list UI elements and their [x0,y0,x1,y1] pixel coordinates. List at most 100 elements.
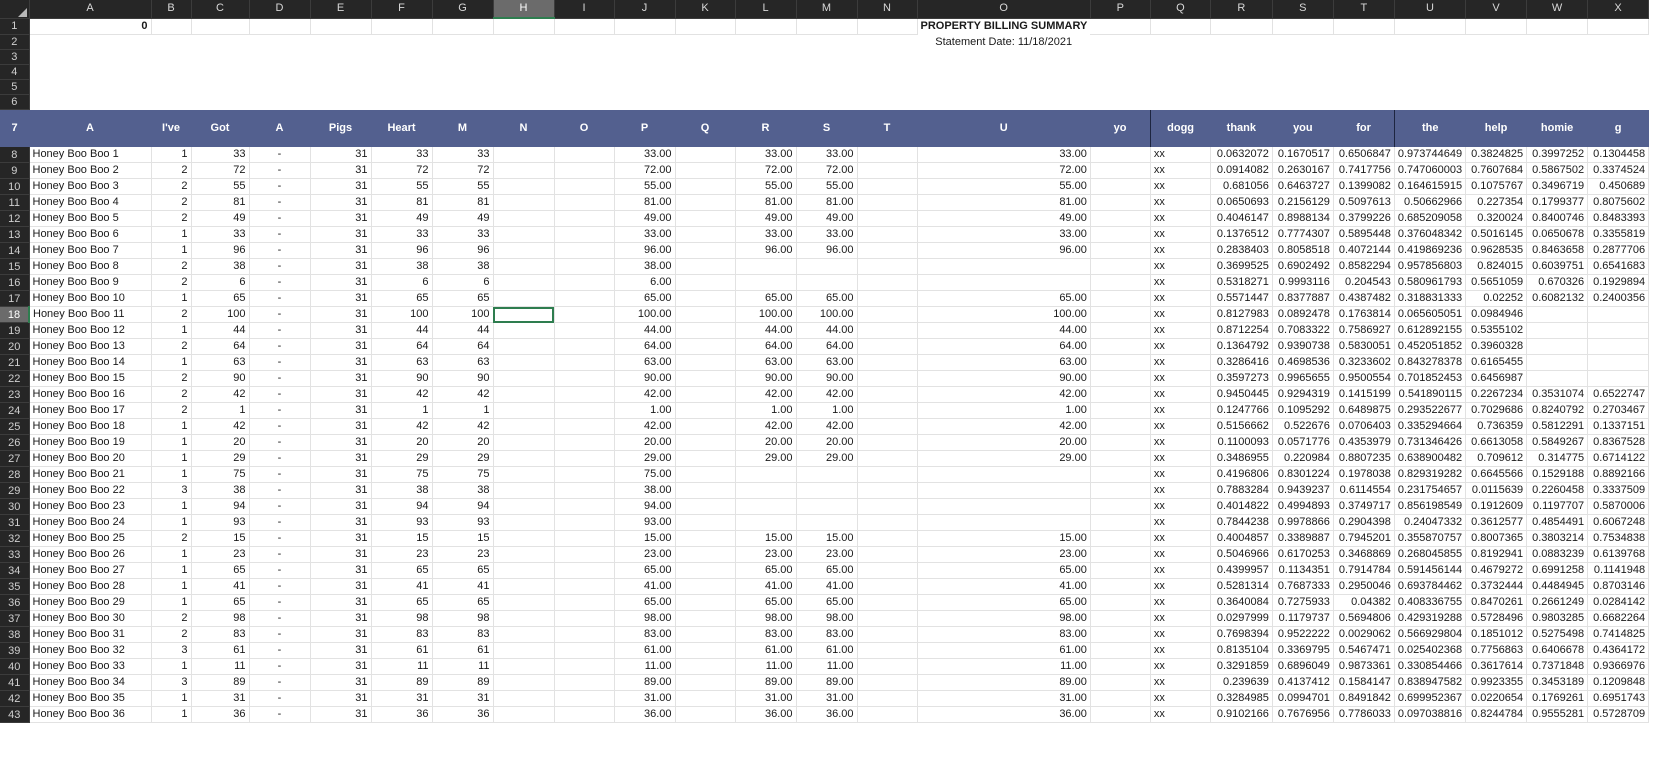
cell-g20[interactable]: 64 [432,338,494,355]
cell-o28[interactable] [917,466,1091,483]
cell-a33[interactable]: Honey Boo Boo 26 [29,546,152,563]
cell-a32[interactable]: Honey Boo Boo 25 [29,530,152,547]
cell-w33[interactable]: 0.0883239 [1526,546,1589,563]
cell-d19[interactable]: - [249,322,311,339]
cell-o38[interactable]: 83.00 [917,626,1091,643]
cell-empty[interactable] [857,338,918,355]
cell-empty[interactable] [371,34,432,50]
cell-q28[interactable]: xx [1150,466,1211,483]
row-header-1[interactable]: 1 [0,18,30,35]
cell-l10[interactable]: 55.00 [735,178,797,195]
table-row[interactable]: 34 Honey Boo Boo 27 1 65-31 65 65 65.00 65.00 65… [0,562,1650,579]
cell-f29[interactable]: 38 [371,482,433,499]
cell-x15[interactable]: 0.6541683 [1587,258,1650,275]
cell-empty[interactable] [675,147,736,163]
cell-q11[interactable]: xx [1150,194,1211,211]
cell-c27[interactable]: 29 [191,450,250,467]
cell-empty[interactable] [1090,466,1151,483]
cell-empty[interactable] [493,79,554,95]
cell-s19[interactable]: 0.7083322 [1272,322,1334,339]
cell-empty[interactable] [857,514,918,531]
cell-empty[interactable] [857,450,918,467]
cell-empty[interactable] [735,34,796,50]
row-header-15[interactable]: 15 [0,258,30,275]
cell-empty[interactable] [249,34,310,50]
cell-empty[interactable] [1090,147,1151,163]
cell-empty[interactable] [493,706,555,723]
cell-empty[interactable] [554,386,615,403]
cell-f15[interactable]: 38 [371,258,433,275]
cell-w17[interactable]: 0.6082132 [1526,290,1589,307]
table-row[interactable]: 12 Honey Boo Boo 5 2 49-31 49 49 49.00 49.00 49.… [0,210,1650,227]
cell-empty[interactable] [432,18,494,35]
cell-v21[interactable]: 0.6165455 [1465,354,1528,371]
cell-s28[interactable]: 0.8301224 [1272,466,1334,483]
cell-a10[interactable]: Honey Boo Boo 3 [29,178,152,195]
cell-empty[interactable] [554,562,615,579]
banner-label-s[interactable]: you [1272,109,1334,147]
cell-x42[interactable]: 0.6951743 [1587,690,1650,707]
cell-w43[interactable]: 0.9555281 [1526,706,1589,723]
cell-e38[interactable]: 31 [310,626,372,643]
cell-r31[interactable]: 0.7844238 [1210,514,1273,531]
cell-v16[interactable]: 0.5651059 [1465,274,1528,291]
cell-b30[interactable]: 1 [151,498,192,515]
cell-empty[interactable] [493,49,554,65]
cell-t42[interactable]: 0.8491842 [1333,690,1395,707]
cell-j36[interactable]: 65.00 [614,594,676,611]
cell-empty[interactable] [1272,94,1334,110]
cell-empty[interactable] [1150,64,1211,80]
cell-empty[interactable] [29,64,151,80]
cell-s18[interactable]: 0.0892478 [1272,306,1334,323]
cell-a12[interactable]: Honey Boo Boo 5 [29,210,152,227]
cell-b25[interactable]: 1 [151,418,192,435]
cell-o11[interactable]: 81.00 [917,194,1091,211]
cell-a36[interactable]: Honey Boo Boo 29 [29,594,152,611]
cell-empty[interactable] [1272,49,1334,65]
cell-a20[interactable]: Honey Boo Boo 13 [29,338,152,355]
banner-label-e[interactable]: Pigs [310,109,371,147]
cell-e31[interactable]: 31 [310,514,372,531]
cell-m18[interactable]: 100.00 [796,306,858,323]
cell-l42[interactable]: 31.00 [735,690,797,707]
cell-r32[interactable]: 0.4004857 [1210,530,1273,547]
cell-empty[interactable] [249,64,310,80]
row-header-14[interactable]: 14 [0,242,30,259]
cell-empty[interactable] [675,210,736,227]
cell-empty[interactable] [1333,34,1395,50]
cell-empty[interactable] [554,626,615,643]
cell-j13[interactable]: 33.00 [614,226,676,243]
cell-d16[interactable]: - [249,274,311,291]
cell-empty[interactable] [493,626,555,643]
cell-empty[interactable] [675,546,736,563]
cell-a37[interactable]: Honey Boo Boo 30 [29,610,152,627]
cell-empty[interactable] [1090,514,1151,531]
cell-r20[interactable]: 0.1364792 [1210,338,1273,355]
banner-label-g[interactable]: M [432,109,493,147]
cell-f13[interactable]: 33 [371,226,433,243]
cell-s13[interactable]: 0.7774307 [1272,226,1334,243]
cell-empty[interactable] [1090,322,1151,339]
cell-q17[interactable]: xx [1150,290,1211,307]
cell-empty[interactable] [191,94,249,110]
cell-empty[interactable] [554,482,615,499]
cell-empty[interactable] [1090,226,1151,243]
cell-x8[interactable]: 0.1304458 [1587,147,1650,163]
row-header-42[interactable]: 42 [0,690,30,707]
cell-a28[interactable]: Honey Boo Boo 21 [29,466,152,483]
table-row[interactable]: 32 Honey Boo Boo 25 2 15-31 15 15 15.00 15.00 15… [0,530,1650,547]
cell-g35[interactable]: 41 [432,578,494,595]
cell-m39[interactable]: 61.00 [796,642,858,659]
cell-empty[interactable] [857,690,918,707]
spreadsheet-grid[interactable]: A B C D E F G H I J K L M N O P Q R S T U V W X 1 0 PROPERTY BILLI… [0,0,1650,723]
cell-empty[interactable] [432,64,493,80]
cell-v42[interactable]: 0.0220654 [1465,690,1528,707]
cell-empty[interactable] [675,354,736,371]
cell-x17[interactable]: 0.2400356 [1587,290,1650,307]
cell-g14[interactable]: 96 [432,242,494,259]
cell-empty[interactable] [796,64,857,80]
cell-m35[interactable]: 41.00 [796,578,858,595]
cell-empty[interactable] [554,658,615,675]
cell-empty[interactable] [310,49,371,65]
table-row[interactable]: 29 Honey Boo Boo 22 3 38-31 38 38 38.00 xx 0.788… [0,482,1650,499]
